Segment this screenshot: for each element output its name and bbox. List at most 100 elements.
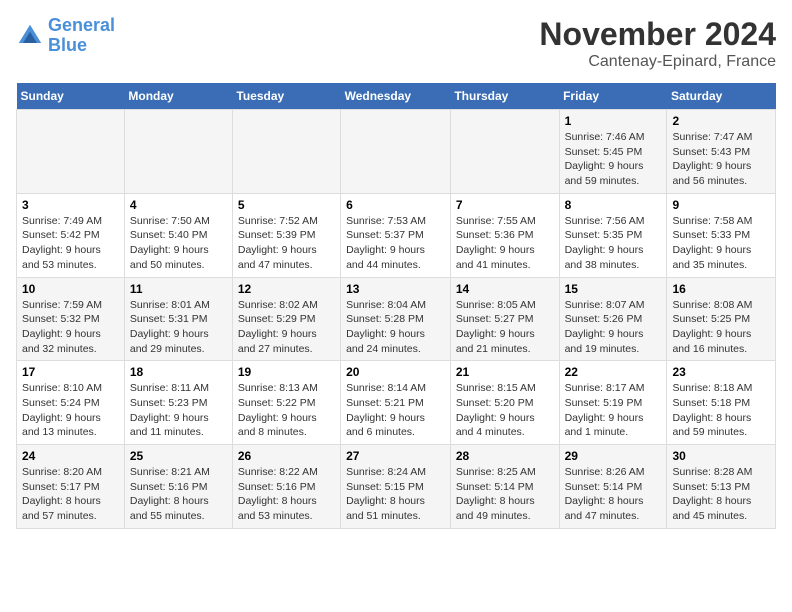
- day-cell: 30 Sunrise: 8:28 AM Sunset: 5:13 PM Dayli…: [667, 445, 776, 529]
- day-number: 20: [346, 365, 445, 379]
- day-cell: 8 Sunrise: 7:56 AM Sunset: 5:35 PM Daylig…: [559, 193, 667, 277]
- day-number: 17: [22, 365, 119, 379]
- day-cell: [124, 110, 232, 194]
- day-number: 7: [456, 198, 554, 212]
- day-number: 4: [130, 198, 227, 212]
- day-cell: 23 Sunrise: 8:18 AM Sunset: 5:18 PM Dayli…: [667, 361, 776, 445]
- day-info: Sunrise: 8:17 AM Sunset: 5:19 PM Dayligh…: [565, 381, 662, 440]
- title-area: November 2024 Cantenay-Epinard, France: [539, 16, 776, 71]
- day-info: Sunrise: 8:21 AM Sunset: 5:16 PM Dayligh…: [130, 465, 227, 524]
- day-cell: 14Sunrise: 8:05 AM Sunset: 5:27 PM Dayli…: [450, 277, 559, 361]
- day-info: Sunrise: 7:55 AM Sunset: 5:36 PM Dayligh…: [456, 214, 554, 273]
- day-cell: [341, 110, 451, 194]
- calendar-header: SundayMondayTuesdayWednesdayThursdayFrid…: [17, 83, 776, 110]
- logo-text: General Blue: [48, 16, 115, 56]
- day-info: Sunrise: 7:49 AM Sunset: 5:42 PM Dayligh…: [22, 214, 119, 273]
- day-number: 26: [238, 449, 335, 463]
- day-cell: 19 Sunrise: 8:13 AM Sunset: 5:22 PM Dayli…: [232, 361, 340, 445]
- day-info: Sunrise: 8:28 AM Sunset: 5:13 PM Dayligh…: [672, 465, 770, 524]
- day-info: Sunrise: 7:46 AM Sunset: 5:45 PM Dayligh…: [565, 130, 662, 189]
- day-info: Sunrise: 8:10 AM Sunset: 5:24 PM Dayligh…: [22, 381, 119, 440]
- header-tuesday: Tuesday: [232, 83, 340, 110]
- day-cell: 18Sunrise: 8:11 AM Sunset: 5:23 PM Dayli…: [124, 361, 232, 445]
- day-cell: 16 Sunrise: 8:08 AM Sunset: 5:25 PM Dayli…: [667, 277, 776, 361]
- day-cell: 4 Sunrise: 7:50 AM Sunset: 5:40 PM Daylig…: [124, 193, 232, 277]
- header-saturday: Saturday: [667, 83, 776, 110]
- day-number: 28: [456, 449, 554, 463]
- header-monday: Monday: [124, 83, 232, 110]
- day-cell: 13 Sunrise: 8:04 AM Sunset: 5:28 PM Dayli…: [341, 277, 451, 361]
- week-row-3: 10 Sunrise: 7:59 AM Sunset: 5:32 PM Dayli…: [17, 277, 776, 361]
- logo-line2: Blue: [48, 36, 115, 56]
- day-info: Sunrise: 7:47 AM Sunset: 5:43 PM Dayligh…: [672, 130, 770, 189]
- day-cell: 6 Sunrise: 7:53 AM Sunset: 5:37 PM Daylig…: [341, 193, 451, 277]
- day-cell: 3 Sunrise: 7:49 AM Sunset: 5:42 PM Daylig…: [17, 193, 125, 277]
- day-cell: 28 Sunrise: 8:25 AM Sunset: 5:14 PM Dayli…: [450, 445, 559, 529]
- day-cell: 27Sunrise: 8:24 AM Sunset: 5:15 PM Dayli…: [341, 445, 451, 529]
- day-number: 10: [22, 282, 119, 296]
- day-cell: 10 Sunrise: 7:59 AM Sunset: 5:32 PM Dayli…: [17, 277, 125, 361]
- day-number: 2: [672, 114, 770, 128]
- day-number: 19: [238, 365, 335, 379]
- day-number: 9: [672, 198, 770, 212]
- day-info: Sunrise: 8:25 AM Sunset: 5:14 PM Dayligh…: [456, 465, 554, 524]
- day-number: 16: [672, 282, 770, 296]
- day-cell: [232, 110, 340, 194]
- day-cell: 22 Sunrise: 8:17 AM Sunset: 5:19 PM Dayli…: [559, 361, 667, 445]
- day-number: 22: [565, 365, 662, 379]
- day-info: Sunrise: 8:20 AM Sunset: 5:17 PM Dayligh…: [22, 465, 119, 524]
- logo-icon: [16, 22, 44, 50]
- day-number: 23: [672, 365, 770, 379]
- day-number: 1: [565, 114, 662, 128]
- day-cell: 7 Sunrise: 7:55 AM Sunset: 5:36 PM Daylig…: [450, 193, 559, 277]
- day-cell: [17, 110, 125, 194]
- day-info: Sunrise: 8:24 AM Sunset: 5:15 PM Dayligh…: [346, 465, 445, 524]
- day-info: Sunrise: 7:50 AM Sunset: 5:40 PM Dayligh…: [130, 214, 227, 273]
- subtitle: Cantenay-Epinard, France: [539, 53, 776, 71]
- day-number: 15: [565, 282, 662, 296]
- day-info: Sunrise: 7:59 AM Sunset: 5:32 PM Dayligh…: [22, 298, 119, 357]
- day-info: Sunrise: 7:56 AM Sunset: 5:35 PM Dayligh…: [565, 214, 662, 273]
- day-cell: 17 Sunrise: 8:10 AM Sunset: 5:24 PM Dayli…: [17, 361, 125, 445]
- day-cell: 11Sunrise: 8:01 AM Sunset: 5:31 PM Dayli…: [124, 277, 232, 361]
- day-cell: 1 Sunrise: 7:46 AM Sunset: 5:45 PM Daylig…: [559, 110, 667, 194]
- day-cell: 25Sunrise: 8:21 AM Sunset: 5:16 PM Dayli…: [124, 445, 232, 529]
- day-info: Sunrise: 8:22 AM Sunset: 5:16 PM Dayligh…: [238, 465, 335, 524]
- week-row-5: 24 Sunrise: 8:20 AM Sunset: 5:17 PM Dayli…: [17, 445, 776, 529]
- day-number: 6: [346, 198, 445, 212]
- day-info: Sunrise: 8:13 AM Sunset: 5:22 PM Dayligh…: [238, 381, 335, 440]
- day-info: Sunrise: 7:53 AM Sunset: 5:37 PM Dayligh…: [346, 214, 445, 273]
- day-info: Sunrise: 7:52 AM Sunset: 5:39 PM Dayligh…: [238, 214, 335, 273]
- day-info: Sunrise: 8:15 AM Sunset: 5:20 PM Dayligh…: [456, 381, 554, 440]
- day-info: Sunrise: 8:01 AM Sunset: 5:31 PM Dayligh…: [130, 298, 227, 357]
- day-number: 8: [565, 198, 662, 212]
- day-cell: [450, 110, 559, 194]
- header-row: SundayMondayTuesdayWednesdayThursdayFrid…: [17, 83, 776, 110]
- calendar-table: SundayMondayTuesdayWednesdayThursdayFrid…: [16, 83, 776, 529]
- day-cell: 12Sunrise: 8:02 AM Sunset: 5:29 PM Dayli…: [232, 277, 340, 361]
- header: General Blue November 2024 Cantenay-Epin…: [16, 16, 776, 71]
- day-number: 14: [456, 282, 554, 296]
- day-cell: 5Sunrise: 7:52 AM Sunset: 5:39 PM Daylig…: [232, 193, 340, 277]
- day-number: 24: [22, 449, 119, 463]
- day-number: 30: [672, 449, 770, 463]
- day-number: 3: [22, 198, 119, 212]
- logo: General Blue: [16, 16, 115, 56]
- day-cell: 29Sunrise: 8:26 AM Sunset: 5:14 PM Dayli…: [559, 445, 667, 529]
- logo-line1: General: [48, 15, 115, 35]
- day-number: 29: [565, 449, 662, 463]
- day-cell: 20Sunrise: 8:14 AM Sunset: 5:21 PM Dayli…: [341, 361, 451, 445]
- header-sunday: Sunday: [17, 83, 125, 110]
- day-info: Sunrise: 8:18 AM Sunset: 5:18 PM Dayligh…: [672, 381, 770, 440]
- day-number: 21: [456, 365, 554, 379]
- main-title: November 2024: [539, 16, 776, 53]
- day-cell: 2 Sunrise: 7:47 AM Sunset: 5:43 PM Daylig…: [667, 110, 776, 194]
- day-cell: 21 Sunrise: 8:15 AM Sunset: 5:20 PM Dayli…: [450, 361, 559, 445]
- header-friday: Friday: [559, 83, 667, 110]
- day-cell: 15Sunrise: 8:07 AM Sunset: 5:26 PM Dayli…: [559, 277, 667, 361]
- day-number: 12: [238, 282, 335, 296]
- day-info: Sunrise: 8:08 AM Sunset: 5:25 PM Dayligh…: [672, 298, 770, 357]
- day-number: 13: [346, 282, 445, 296]
- day-info: Sunrise: 8:04 AM Sunset: 5:28 PM Dayligh…: [346, 298, 445, 357]
- day-cell: 24 Sunrise: 8:20 AM Sunset: 5:17 PM Dayli…: [17, 445, 125, 529]
